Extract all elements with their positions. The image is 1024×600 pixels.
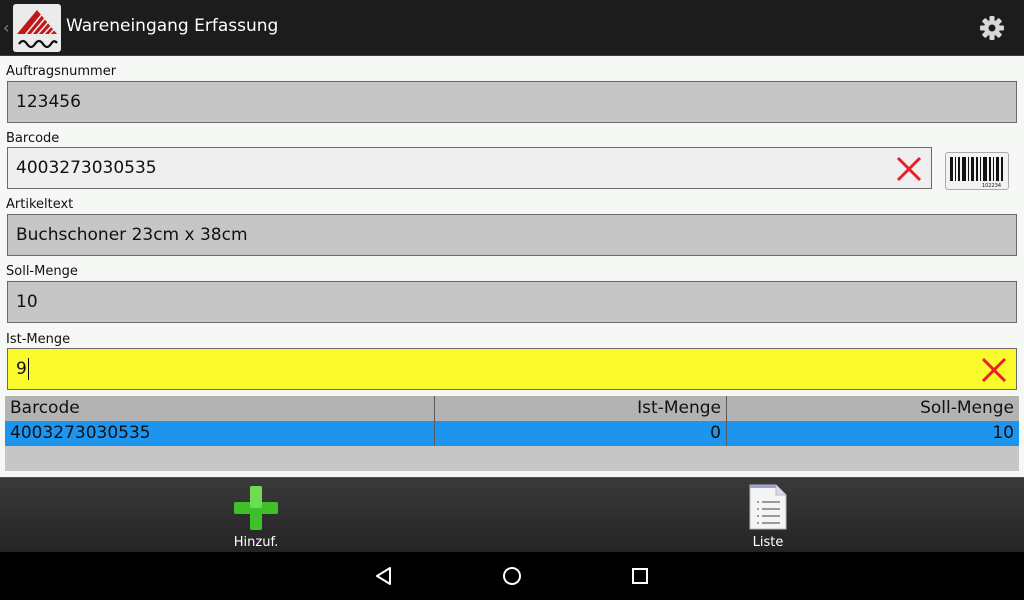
soll-menge-field[interactable]: 10 <box>7 281 1017 323</box>
barcode-icon-number: 102234 <box>982 183 1001 189</box>
soll-menge-label: Soll-Menge <box>6 264 78 279</box>
text-caret <box>27 358 29 380</box>
soll-menge-value: 10 <box>16 292 38 312</box>
artikeltext-field[interactable]: Buchschoner 23cm x 38cm <box>7 214 1017 256</box>
table-row[interactable]: 4003273030535 0 10 <box>5 421 1019 446</box>
add-button[interactable]: Hinzuf. <box>196 478 316 552</box>
gear-icon[interactable] <box>976 12 1008 44</box>
ist-menge-label: Ist-Menge <box>6 332 71 347</box>
auftragsnummer-value: 123456 <box>16 92 81 112</box>
table-header: Barcode Ist-Menge Soll-Menge <box>5 396 1019 421</box>
form-content: Auftragsnummer 123456 Barcode 4003273030… <box>0 57 1024 476</box>
items-table: Barcode Ist-Menge Soll-Menge 40032730305… <box>5 396 1019 471</box>
system-navigation-bar <box>0 552 1024 600</box>
add-button-label: Hinzuf. <box>233 535 279 550</box>
artikeltext-value: Buchschoner 23cm x 38cm <box>16 225 248 245</box>
barcode-field[interactable]: 4003273030535 <box>7 147 932 189</box>
barcode-label: Barcode <box>6 131 60 146</box>
plus-icon <box>234 486 278 530</box>
column-header-ist-menge[interactable]: Ist-Menge <box>435 396 727 421</box>
scan-barcode-button[interactable]: 102234 <box>945 152 1009 190</box>
page-title: Wareneingang Erfassung <box>66 16 279 36</box>
artikeltext-label: Artikeltext <box>6 197 74 212</box>
clear-barcode-icon[interactable] <box>895 155 923 183</box>
recent-apps-icon[interactable] <box>628 564 652 588</box>
row-barcode: 4003273030535 <box>5 421 435 446</box>
ist-menge-field[interactable]: 9 <box>7 348 1017 390</box>
up-caret-icon[interactable]: ‹ <box>3 18 9 37</box>
list-button-label: Liste <box>752 535 784 550</box>
back-icon[interactable] <box>372 564 396 588</box>
list-document-icon <box>749 484 787 530</box>
ist-menge-value: 9 <box>16 359 27 379</box>
auftragsnummer-field[interactable]: 123456 <box>7 81 1017 123</box>
barcode-icon: 102234 <box>950 157 1003 189</box>
auftragsnummer-label: Auftragsnummer <box>6 64 117 79</box>
row-soll-menge: 10 <box>992 423 1014 443</box>
row-ist-menge: 0 <box>435 421 727 446</box>
column-header-barcode[interactable]: Barcode <box>5 396 435 421</box>
action-bar: ‹ Wareneingang Erfassung <box>0 0 1024 56</box>
clear-ist-menge-icon[interactable] <box>980 356 1008 384</box>
barcode-value: 4003273030535 <box>16 158 157 178</box>
column-header-soll-menge[interactable]: Soll-Menge <box>727 396 1019 421</box>
company-logo[interactable] <box>13 4 61 52</box>
bottom-action-bar: Hinzuf. Liste <box>0 477 1024 552</box>
home-icon[interactable] <box>500 564 524 588</box>
list-button[interactable]: Liste <box>708 478 828 552</box>
